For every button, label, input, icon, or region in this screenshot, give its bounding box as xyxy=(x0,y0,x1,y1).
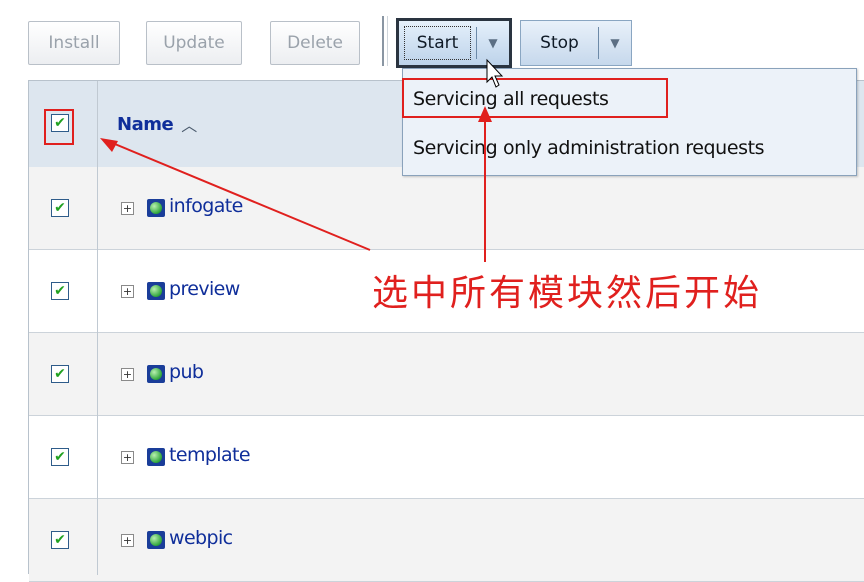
mouse-cursor-icon xyxy=(486,58,504,88)
annotation-arrow-to-checkbox xyxy=(109,141,371,251)
arrow-head-icon xyxy=(478,106,492,122)
arrow-head-icon xyxy=(100,138,118,152)
annotation-arrows xyxy=(100,58,504,262)
